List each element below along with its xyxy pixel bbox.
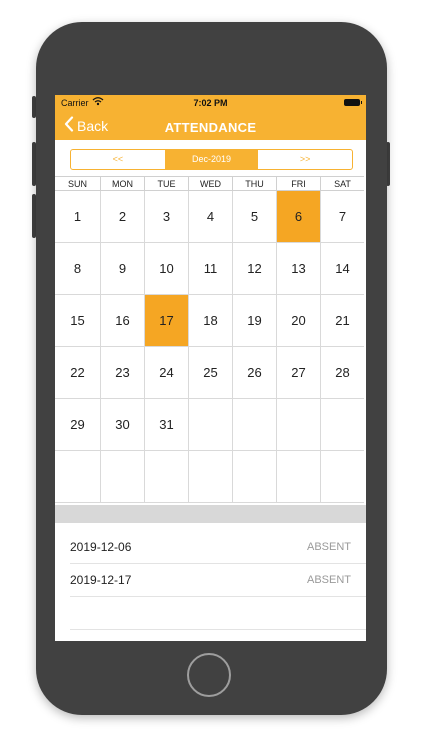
calendar-day-19[interactable]: 19 (232, 295, 276, 347)
nav-bar: Back ATTENDANCE (55, 111, 366, 140)
calendar-day-7[interactable]: 7 (320, 191, 364, 243)
calendar-day-11[interactable]: 11 (188, 243, 232, 295)
clock: 7:02 PM (193, 98, 228, 108)
calendar-empty-cell (188, 451, 232, 503)
calendar-empty-cell (55, 451, 100, 503)
calendar-empty-cell (232, 399, 276, 451)
calendar-day-18[interactable]: 18 (188, 295, 232, 347)
calendar-day-14[interactable]: 14 (320, 243, 364, 295)
record-status: ABSENT (306, 541, 351, 553)
calendar-day-29[interactable]: 29 (55, 399, 100, 451)
weekday-label: TUE (144, 176, 188, 191)
weekday-label: THU (232, 176, 276, 191)
calendar-day-24[interactable]: 24 (144, 347, 188, 399)
record-date: 2019-12-17 (70, 573, 132, 587)
current-month-label: Dec-2019 (164, 150, 259, 169)
prev-month-button[interactable]: << (71, 150, 165, 169)
status-bar: Carrier 7:02 PM (55, 95, 366, 111)
calendar-day-16[interactable]: 16 (100, 295, 144, 347)
calendar-empty-cell (188, 399, 232, 451)
calendar-day-9[interactable]: 9 (100, 243, 144, 295)
calendar-day-22[interactable]: 22 (55, 347, 100, 399)
calendar-empty-cell (320, 451, 364, 503)
calendar-empty-cell (276, 399, 320, 451)
calendar-day-12[interactable]: 12 (232, 243, 276, 295)
page-title: ATTENDANCE (164, 120, 257, 135)
calendar-empty-cell (100, 451, 144, 503)
app-screen: Carrier 7:02 PM Back ATTENDANCE << Dec-2… (55, 95, 366, 641)
calendar-day-3[interactable]: 3 (144, 191, 188, 243)
weekday-label: WED (188, 176, 232, 191)
calendar-day-6[interactable]: 6 (276, 191, 320, 243)
calendar-empty-cell (232, 451, 276, 503)
calendar-day-26[interactable]: 26 (232, 347, 276, 399)
calendar-day-2[interactable]: 2 (100, 191, 144, 243)
calendar-grid: 1 2 3 4 5 6 7 8 9 10 11 12 13 14 15 16 17 18 19 20 21 22 23 24 2… (55, 191, 366, 503)
calendar-day-10[interactable]: 10 (144, 243, 188, 295)
weekday-label: MON (100, 176, 144, 191)
calendar-day-28[interactable]: 28 (320, 347, 364, 399)
record-status: ABSENT (306, 574, 351, 586)
weekday-header: SUN MON TUE WED THU FRI SAT (55, 176, 366, 191)
calendar-empty-cell (276, 451, 320, 503)
attendance-record-row[interactable]: 2019-12-17 ABSENT (70, 564, 366, 597)
weekday-label: SAT (320, 176, 364, 191)
calendar-day-27[interactable]: 27 (276, 347, 320, 399)
calendar-day-4[interactable]: 4 (188, 191, 232, 243)
empty-list-row (70, 597, 366, 630)
battery-icon (344, 99, 362, 106)
month-switcher: << Dec-2019 >> (70, 149, 353, 170)
attendance-record-list: 2019-12-06 ABSENT 2019-12-17 ABSENT (70, 531, 366, 630)
calendar-day-31[interactable]: 31 (144, 399, 188, 451)
calendar-day-5[interactable]: 5 (232, 191, 276, 243)
next-month-button[interactable]: >> (258, 150, 352, 169)
calendar-day-30[interactable]: 30 (100, 399, 144, 451)
section-divider (55, 505, 366, 523)
calendar-day-1[interactable]: 1 (55, 191, 100, 243)
attendance-record-row[interactable]: 2019-12-06 ABSENT (70, 531, 366, 564)
calendar-day-25[interactable]: 25 (188, 347, 232, 399)
calendar-day-8[interactable]: 8 (55, 243, 100, 295)
calendar-day-23[interactable]: 23 (100, 347, 144, 399)
calendar-day-20[interactable]: 20 (276, 295, 320, 347)
calendar-day-13[interactable]: 13 (276, 243, 320, 295)
home-button[interactable] (187, 653, 231, 697)
calendar-empty-cell (144, 451, 188, 503)
record-date: 2019-12-06 (70, 540, 132, 554)
calendar-day-15[interactable]: 15 (55, 295, 100, 347)
calendar-day-17[interactable]: 17 (144, 295, 188, 347)
calendar-empty-cell (320, 399, 364, 451)
calendar-day-21[interactable]: 21 (320, 295, 364, 347)
weekday-label: SUN (55, 176, 100, 191)
weekday-label: FRI (276, 176, 320, 191)
